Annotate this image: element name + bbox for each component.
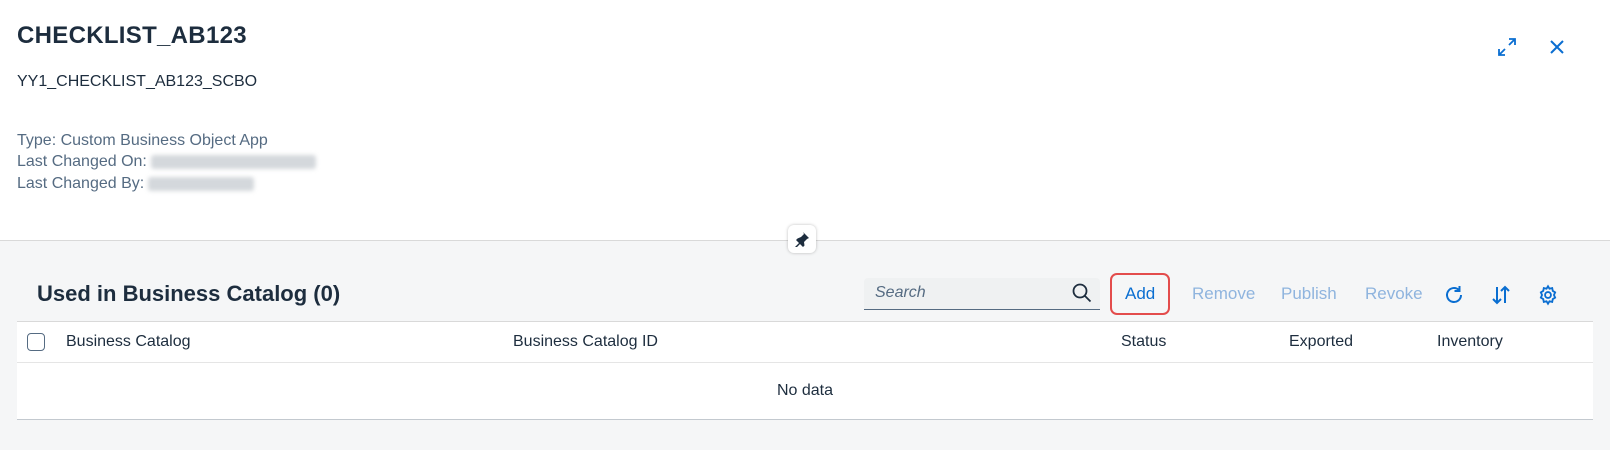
add-button[interactable]: Add	[1109, 273, 1171, 315]
table-header: Business Catalog Business Catalog ID Sta…	[17, 322, 1593, 363]
revoke-button[interactable]: Revoke	[1355, 278, 1433, 310]
last-changed-on-label: Last Changed On:	[17, 153, 147, 170]
empty-table-message: No data	[776, 382, 834, 399]
last-changed-on-field: Last Changed On:	[17, 153, 316, 171]
column-header-exported[interactable]: Exported	[1289, 333, 1353, 351]
pin-icon[interactable]	[788, 225, 816, 253]
select-all-checkbox[interactable]	[27, 333, 45, 351]
business-catalog-table: Business Catalog Business Catalog ID Sta…	[17, 321, 1593, 420]
search-field[interactable]	[864, 278, 1100, 310]
search-icon[interactable]	[1072, 283, 1092, 308]
sort-icon[interactable]	[1488, 282, 1514, 308]
close-icon[interactable]	[1543, 33, 1571, 61]
page-title: CHECKLIST_AB123	[17, 22, 247, 49]
type-field: Type: Custom Business Object App	[17, 132, 268, 149]
last-changed-by-value-redacted	[148, 176, 255, 191]
gear-icon[interactable]	[1535, 282, 1561, 308]
last-changed-by-label: Last Changed By:	[17, 175, 145, 192]
content-area: Used in Business Catalog (0) Add Remove …	[0, 241, 1610, 450]
column-header-business-catalog-id[interactable]: Business Catalog ID	[513, 333, 658, 351]
column-header-status[interactable]: Status	[1121, 333, 1166, 351]
search-input[interactable]	[864, 278, 1065, 308]
column-header-business-catalog[interactable]: Business Catalog	[66, 333, 191, 351]
table-toolbar: Used in Business Catalog (0) Add Remove …	[17, 267, 1593, 321]
refresh-icon[interactable]	[1441, 282, 1467, 308]
business-catalog-section: Used in Business Catalog (0) Add Remove …	[17, 267, 1593, 420]
object-header: CHECKLIST_AB123 YY1_CHECKLIST_AB123_SCBO…	[0, 0, 1610, 240]
page-subtitle: YY1_CHECKLIST_AB123_SCBO	[17, 73, 258, 90]
expand-icon[interactable]	[1493, 33, 1521, 61]
last-changed-by-field: Last Changed By:	[17, 175, 255, 193]
remove-button[interactable]: Remove	[1182, 278, 1265, 310]
publish-button[interactable]: Publish	[1271, 278, 1347, 310]
last-changed-on-value-redacted	[150, 154, 316, 169]
column-header-inventory[interactable]: Inventory	[1437, 333, 1503, 351]
section-title: Used in Business Catalog (0)	[37, 281, 341, 306]
